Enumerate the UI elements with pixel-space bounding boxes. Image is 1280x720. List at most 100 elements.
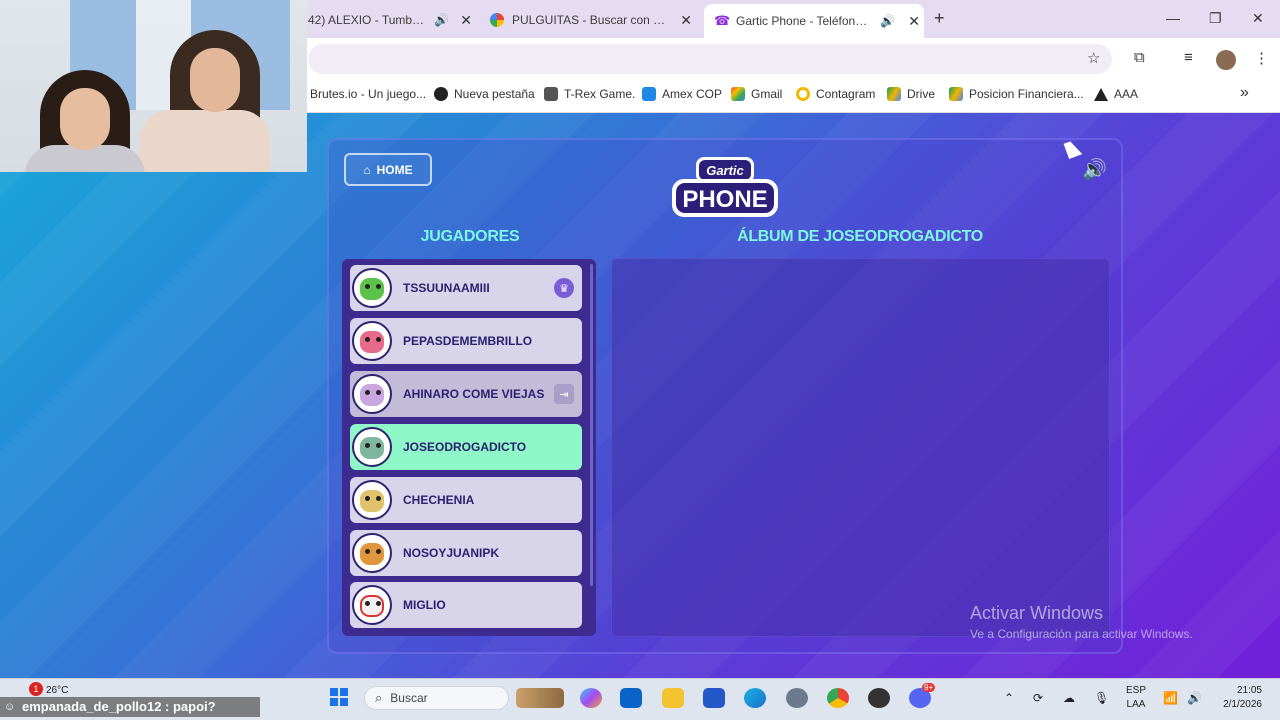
bookmark-label: Amex COP — [662, 87, 723, 101]
players-scrollbar[interactable] — [590, 264, 593, 586]
home-icon: ⌂ — [363, 162, 371, 177]
chat-user-icon: ☺ — [4, 701, 16, 713]
sync-icon[interactable]: ⟳ — [1033, 691, 1043, 705]
chevron-up-icon[interactable]: ⌃ — [1004, 691, 1014, 705]
tab-gartic-phone[interactable]: ☎ Gartic Phone - Teléfono De 🔊 ✕ — [704, 4, 924, 38]
tab-alexio[interactable]: 42) ALEXIO - Tumba La C 🔊 ✕ — [308, 6, 476, 34]
webcam-overlay — [0, 0, 307, 172]
address-bar[interactable] — [308, 44, 1112, 74]
lang-bottom: LAA — [1126, 699, 1146, 710]
microphone-icon[interactable]: 🎙 — [1094, 691, 1109, 705]
player-row[interactable]: PEPASDEMEMBRILLO — [350, 318, 582, 364]
outlook-icon[interactable] — [620, 688, 642, 708]
album-heading: ÁLBUM DE JOSEODROGADICTO — [737, 228, 983, 245]
cloud-icon[interactable]: ☁ — [1063, 691, 1075, 705]
person-face — [60, 88, 110, 150]
bookmark-contagram[interactable]: Contagram — [796, 87, 875, 101]
media-control-icon[interactable]: ≡ — [1184, 49, 1193, 66]
bookmark-gmail[interactable]: Gmail — [731, 87, 782, 101]
search-highlight-image[interactable] — [516, 688, 564, 708]
bookmark-nueva-pestana[interactable]: Nueva pestaña — [434, 87, 535, 101]
player-name: CHECHENIA — [403, 493, 475, 507]
file-explorer-icon[interactable] — [662, 688, 684, 708]
player-row[interactable]: TSSUUNAAMIII ♛ — [350, 265, 582, 311]
clock-time: 21:05 — [1236, 685, 1262, 696]
contagram-icon — [796, 87, 810, 101]
bookmark-label: Drive — [907, 87, 936, 101]
restore-button[interactable]: ❐ — [1209, 10, 1222, 27]
player-name: MIGLIO — [403, 598, 446, 612]
edge-icon[interactable] — [744, 688, 766, 708]
tab-title: 42) ALEXIO - Tumba La C — [308, 13, 426, 27]
chat-message: empanada_de_pollo12 : papoi? — [22, 699, 216, 714]
players-heading: JUGADORES — [420, 228, 520, 245]
bookmark-amex[interactable]: Amex COP — [642, 87, 722, 101]
dinosaur-icon — [544, 87, 558, 101]
tab-title: PULGUITAS - Buscar con Google — [512, 13, 668, 27]
close-icon[interactable]: ✕ — [460, 12, 472, 29]
clock[interactable]: 21:05 2/1/2026 — [1212, 684, 1262, 712]
bookmarks-overflow-button[interactable]: » — [1240, 84, 1249, 102]
person-face — [190, 48, 240, 112]
speaker-icon[interactable]: 🔊 — [434, 13, 449, 27]
chrome-icon[interactable] — [827, 688, 849, 708]
profile-avatar[interactable] — [1216, 50, 1236, 70]
player-row[interactable]: MIGLIO — [350, 582, 582, 628]
logo-top-text: Gartic — [706, 163, 744, 178]
logo-bottom-text: PHONE — [682, 186, 767, 213]
player-avatar — [352, 374, 392, 414]
weather-widget[interactable]: 26°C — [46, 685, 68, 696]
minimize-button[interactable]: — — [1166, 10, 1180, 26]
weather-badge: 1 — [29, 682, 43, 696]
amex-icon — [642, 87, 656, 101]
bookmark-label: Brutes.io - Un juego... — [310, 87, 427, 101]
bookmark-trex[interactable]: T-Rex Game. — [544, 87, 635, 101]
settings-icon[interactable] — [786, 688, 808, 708]
extensions-icon[interactable]: ⧉ — [1134, 49, 1145, 66]
player-name: TSSUUNAAMIII — [403, 281, 490, 295]
tab-title: Gartic Phone - Teléfono De — [736, 14, 872, 28]
copilot-icon[interactable] — [580, 688, 602, 708]
bookmark-posicion-financiera[interactable]: Posicion Financiera... — [949, 87, 1084, 101]
menu-icon[interactable]: ⋮ — [1254, 49, 1269, 67]
player-avatar — [352, 480, 392, 520]
player-row[interactable]: AHINARO COME VIEJAS ⇥ — [350, 371, 582, 417]
bookmark-drive[interactable]: Drive — [887, 87, 935, 101]
lang-top: ESP — [1126, 685, 1147, 696]
gmail-icon — [731, 87, 745, 101]
activate-windows-title: Activar Windows — [970, 603, 1104, 623]
exit-icon: ⇥ — [554, 384, 574, 404]
triangle-icon — [1094, 87, 1108, 101]
sound-icon[interactable]: 🔊 — [1082, 157, 1107, 182]
home-button[interactable]: ⌂ HOME — [344, 153, 432, 186]
obs-icon[interactable] — [868, 688, 890, 708]
player-avatar — [352, 321, 392, 361]
taskbar-search[interactable]: ⌕ Buscar — [364, 686, 509, 710]
speaker-icon[interactable]: 🔊 — [880, 14, 895, 28]
player-row[interactable]: CHECHENIA — [350, 477, 582, 523]
close-icon[interactable]: ✕ — [680, 12, 692, 29]
bookmark-label: Gmail — [751, 87, 783, 101]
star-icon[interactable]: ☆ — [1087, 49, 1100, 67]
tab-pulguitas[interactable]: PULGUITAS - Buscar con Google ✕ — [490, 6, 696, 34]
wifi-icon[interactable]: 📶 — [1163, 691, 1178, 705]
home-label: HOME — [376, 162, 413, 177]
bookmark-label: Posicion Financiera... — [969, 87, 1084, 101]
player-name: AHINARO COME VIEJAS — [403, 387, 545, 401]
player-row-active[interactable]: JOSEODROGADICTO — [350, 424, 582, 470]
close-window-button[interactable]: ✕ — [1252, 10, 1264, 27]
new-tab-button[interactable]: + — [934, 8, 945, 29]
activate-windows-subtitle: Ve a Configuración para activar Windows. — [970, 627, 1193, 641]
player-row[interactable]: NOSOYJUANIPK — [350, 530, 582, 576]
bookmark-brutes[interactable]: Brutes.io - Un juego... — [310, 87, 426, 101]
bookmark-label: AAA — [1114, 87, 1139, 101]
bookmark-aaa[interactable]: AAA — [1094, 87, 1138, 101]
start-button[interactable] — [330, 688, 348, 706]
phone-icon: ☎ — [714, 13, 731, 28]
store-icon[interactable] — [703, 688, 725, 708]
player-avatar — [352, 585, 392, 625]
language-indicator[interactable]: ESP LAA — [1126, 684, 1146, 712]
player-avatar — [352, 427, 392, 467]
close-icon[interactable]: ✕ — [908, 13, 920, 30]
volume-icon[interactable]: 🔊 — [1187, 691, 1202, 705]
